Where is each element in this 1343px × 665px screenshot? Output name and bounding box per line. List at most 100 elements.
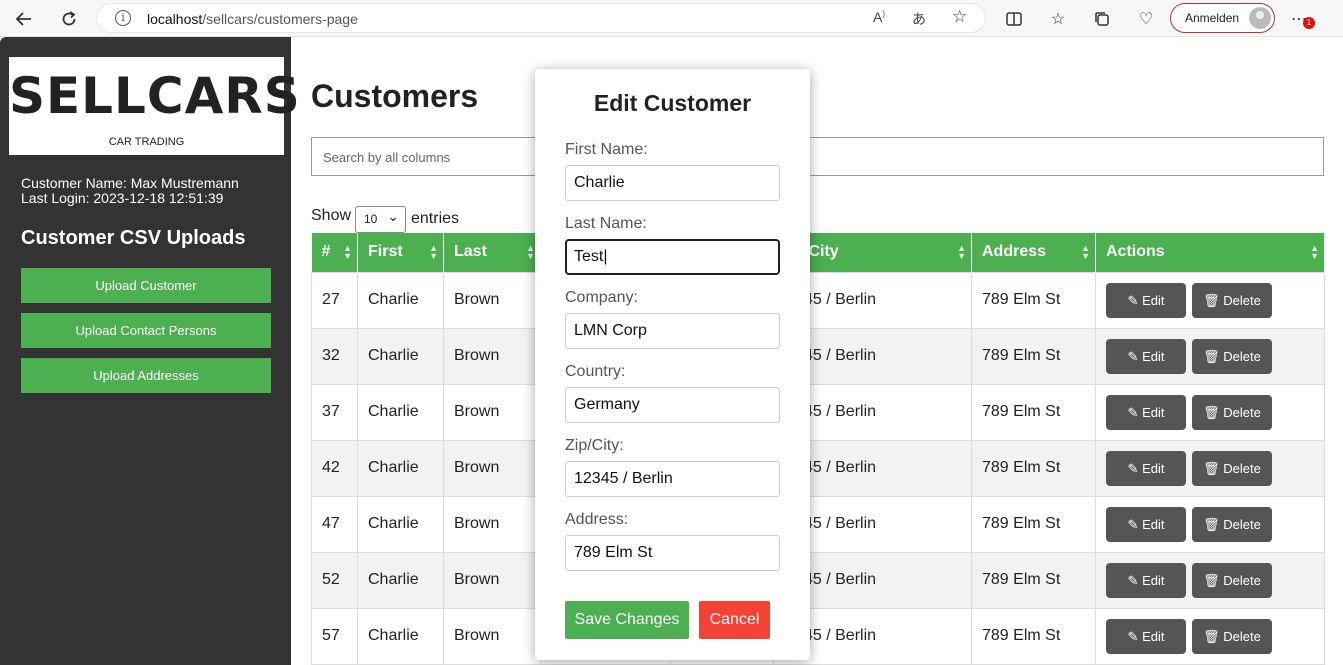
trash-icon: 🗑 <box>1203 292 1220 308</box>
company-label: Company: <box>565 289 638 306</box>
cell-first-name: Charlie <box>357 439 444 497</box>
cell-id: 37 <box>311 383 358 441</box>
upload-addresses-button[interactable]: Upload Addresses <box>21 358 271 393</box>
favorites-icon[interactable]: ☆ <box>1045 6 1071 32</box>
upload-customer-button[interactable]: Upload Customer <box>21 268 271 303</box>
profile-avatar <box>1249 7 1271 29</box>
edit-button[interactable]: ✎ Edit <box>1106 282 1186 318</box>
cell-address: 789 Elm St <box>971 439 1096 497</box>
edit-icon: ✎ <box>1127 572 1139 588</box>
table-row: 37 Charlie Brown 45 / Berlin 789 Elm St ✎ Edi… <box>311 383 1325 441</box>
edit-button[interactable]: ✎ Edit <box>1106 618 1186 654</box>
cell-address: 789 Elm St <box>971 327 1096 385</box>
favorite-star-icon[interactable]: ☆ <box>952 7 967 27</box>
column-header-last[interactable]: Last ▲ ▼ <box>443 233 541 272</box>
read-aloud-icon[interactable]: A) <box>873 9 885 25</box>
table-row: 47 Charlie Brown 45 / Berlin 789 Elm St ✎ Edi… <box>311 495 1325 553</box>
translate-icon[interactable]: あ <box>912 9 926 29</box>
column-header-id[interactable]: # ▲ ▼ <box>311 233 358 272</box>
cell-id: 32 <box>311 327 358 385</box>
page-size-select[interactable]: 10 <box>355 204 406 233</box>
edit-icon: ✎ <box>1127 460 1139 476</box>
back-arrow-icon[interactable] <box>11 6 37 32</box>
signin-button[interactable]: Anmelden <box>1170 3 1275 33</box>
delete-button[interactable]: 🗑 Delete <box>1192 506 1272 542</box>
column-header-actions[interactable]: Actions ▲ ▼ <box>1095 233 1325 272</box>
cell-last-name: Brown <box>443 495 541 553</box>
cell-first-name: Charlie <box>357 607 444 665</box>
delete-button[interactable]: 🗑 Delete <box>1192 562 1272 598</box>
edit-button[interactable]: ✎ Edit <box>1106 338 1186 374</box>
cell-actions: ✎ Edit 🗑 Delete <box>1095 607 1325 665</box>
last-login: Last Login: 2023-12-18 12:51:39 <box>21 190 224 206</box>
cell-first-name: Charlie <box>357 327 444 385</box>
reload-icon[interactable] <box>56 6 82 32</box>
first-name-field[interactable]: Charlie <box>565 165 780 201</box>
sort-icon: ▲ ▼ <box>1310 243 1319 261</box>
upload-contact-persons-button[interactable]: Upload Contact Persons <box>21 313 271 348</box>
edit-customer-modal: Edit Customer First Name: Charlie Last N… <box>535 69 810 660</box>
cell-actions: ✎ Edit 🗑 Delete <box>1095 383 1325 441</box>
trash-icon: 🗑 <box>1203 460 1220 476</box>
cell-last-name: Brown <box>443 383 541 441</box>
zip-city-label: Zip/City: <box>565 437 624 454</box>
delete-button[interactable]: 🗑 Delete <box>1192 394 1272 430</box>
country-field[interactable]: Germany <box>565 387 780 423</box>
split-screen-icon[interactable] <box>1001 6 1027 32</box>
browser-toolbar: i localhost/sellcars/customers-page A) あ… <box>0 0 1343 37</box>
site-info-icon[interactable]: i <box>115 10 131 26</box>
modal-title: Edit Customer <box>593 90 752 116</box>
cell-actions: ✎ Edit 🗑 Delete <box>1095 327 1325 385</box>
edit-button[interactable]: ✎ Edit <box>1106 506 1186 542</box>
delete-button[interactable]: 🗑 Delete <box>1192 338 1272 374</box>
address-field[interactable]: 789 Elm St <box>565 535 780 571</box>
cancel-button[interactable]: Cancel <box>699 601 770 639</box>
search-input[interactable]: Search by all columns <box>311 137 1324 176</box>
cell-address: 789 Elm St <box>971 271 1096 329</box>
edit-icon: ✎ <box>1127 628 1139 644</box>
cell-first-name: Charlie <box>357 495 444 553</box>
edit-button[interactable]: ✎ Edit <box>1106 394 1186 430</box>
trash-icon: 🗑 <box>1203 516 1220 532</box>
url-text: localhost/sellcars/customers-page <box>147 11 358 27</box>
notification-badge: 1 <box>1303 17 1315 29</box>
delete-button[interactable]: 🗑 Delete <box>1192 618 1272 654</box>
table-header-row: # ▲ ▼ First ▲ ▼ Last ▲ ▼ /City ▲ ▼ Address ▲ ▼ Act… <box>311 233 1325 272</box>
cell-last-name: Brown <box>443 551 541 609</box>
entries-label: entries <box>411 210 460 227</box>
cell-address: 789 Elm St <box>971 383 1096 441</box>
trash-icon: 🗑 <box>1203 572 1220 588</box>
cell-id: 47 <box>311 495 358 553</box>
logo-subtitle: CAR TRADING <box>108 136 185 148</box>
delete-button[interactable]: 🗑 Delete <box>1192 450 1272 486</box>
edit-icon: ✎ <box>1127 516 1139 532</box>
table-row: 52 Charlie Brown 45 / Berlin 789 Elm St ✎ Edi… <box>311 551 1325 609</box>
address-bar[interactable]: i localhost/sellcars/customers-page A) あ… <box>96 3 986 33</box>
zip-city-field[interactable]: 12345 / Berlin <box>565 461 780 497</box>
cell-actions: ✎ Edit 🗑 Delete <box>1095 271 1325 329</box>
save-changes-button[interactable]: Save Changes <box>565 601 689 639</box>
sort-icon: ▲ ▼ <box>957 243 966 261</box>
sort-icon: ▲ ▼ <box>343 243 352 261</box>
cell-first-name: Charlie <box>357 551 444 609</box>
table-row: 32 Charlie Brown 45 / Berlin 789 Elm St ✎ Edi… <box>311 327 1325 385</box>
company-field[interactable]: LMN Corp <box>565 313 780 349</box>
trash-icon: 🗑 <box>1203 628 1220 644</box>
show-label: Show <box>311 207 352 224</box>
sidebar-heading: Customer CSV Uploads <box>21 227 246 249</box>
edit-button[interactable]: ✎ Edit <box>1106 450 1186 486</box>
cell-first-name: Charlie <box>357 383 444 441</box>
collections-icon[interactable] <box>1089 6 1115 32</box>
last-name-field[interactable]: Test| <box>565 239 780 275</box>
search-placeholder: Search by all columns <box>323 150 451 165</box>
column-header-address[interactable]: Address ▲ ▼ <box>971 233 1096 272</box>
cell-id: 42 <box>311 439 358 497</box>
sellcars-logo: SELLCARS CAR TRADING <box>9 57 300 155</box>
cell-last-name: Brown <box>443 327 541 385</box>
first-name-label: First Name: <box>565 141 648 158</box>
column-header-first[interactable]: First ▲ ▼ <box>357 233 444 272</box>
cell-last-name: Brown <box>443 607 541 665</box>
browser-essentials-icon[interactable]: ♡ <box>1133 6 1159 32</box>
delete-button[interactable]: 🗑 Delete <box>1192 282 1272 318</box>
edit-button[interactable]: ✎ Edit <box>1106 562 1186 598</box>
